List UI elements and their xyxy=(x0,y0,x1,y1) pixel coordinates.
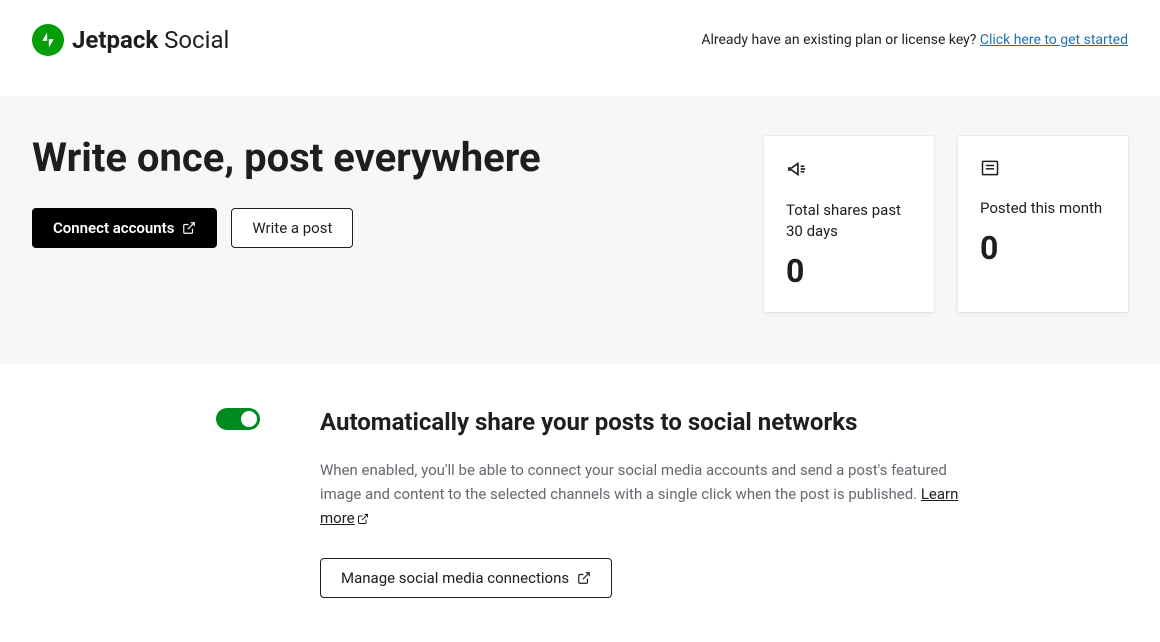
auto-share-title: Automatically share your posts to social… xyxy=(320,408,960,436)
connect-accounts-label: Connect accounts xyxy=(53,219,174,237)
stat-cards: Total shares past 30 days 0 Posted this … xyxy=(764,136,1128,312)
toggle-knob xyxy=(241,411,257,427)
stat-value-posted: 0 xyxy=(980,229,1106,267)
license-link[interactable]: Click here to get started xyxy=(980,32,1128,48)
toggle-wrap xyxy=(32,408,260,598)
external-link-icon xyxy=(577,571,591,585)
auto-share-toggle[interactable] xyxy=(216,408,260,430)
write-post-label: Write a post xyxy=(252,219,332,237)
jetpack-icon xyxy=(32,24,64,56)
hero-buttons: Connect accounts Write a post xyxy=(32,208,732,248)
auto-share-description: When enabled, you'll be able to connect … xyxy=(320,458,960,530)
stat-card-shares: Total shares past 30 days 0 xyxy=(764,136,934,312)
brand-bold: Jetpack xyxy=(72,26,158,54)
manage-connections-label: Manage social media connections xyxy=(341,569,569,587)
brand-title: Jetpack Social xyxy=(72,26,229,54)
connect-accounts-button[interactable]: Connect accounts xyxy=(32,208,217,248)
hero-section: Write once, post everywhere Connect acco… xyxy=(0,96,1160,364)
external-link-icon xyxy=(357,513,369,525)
auto-share-desc-text: When enabled, you'll be able to connect … xyxy=(320,461,947,503)
megaphone-icon xyxy=(786,158,912,184)
license-prompt-text: Already have an existing plan or license… xyxy=(701,32,980,48)
external-link-icon xyxy=(182,221,196,235)
hero-title: Write once, post everywhere xyxy=(32,136,732,180)
license-prompt-line: Already have an existing plan or license… xyxy=(701,32,1128,48)
write-post-button[interactable]: Write a post xyxy=(231,208,353,248)
stat-card-posted: Posted this month 0 xyxy=(958,136,1128,312)
brand-logo: Jetpack Social xyxy=(32,24,229,56)
brand-light: Social xyxy=(164,26,229,54)
header: Jetpack Social Already have an existing … xyxy=(0,0,1160,96)
auto-share-body: Automatically share your posts to social… xyxy=(320,408,960,598)
hero-left: Write once, post everywhere Connect acco… xyxy=(32,136,732,312)
stat-label-shares: Total shares past 30 days xyxy=(786,200,912,242)
auto-share-section: Automatically share your posts to social… xyxy=(0,364,1160,642)
stat-value-shares: 0 xyxy=(786,252,912,290)
post-list-icon xyxy=(980,158,1106,182)
manage-connections-button[interactable]: Manage social media connections xyxy=(320,558,612,598)
stat-label-posted: Posted this month xyxy=(980,198,1106,219)
